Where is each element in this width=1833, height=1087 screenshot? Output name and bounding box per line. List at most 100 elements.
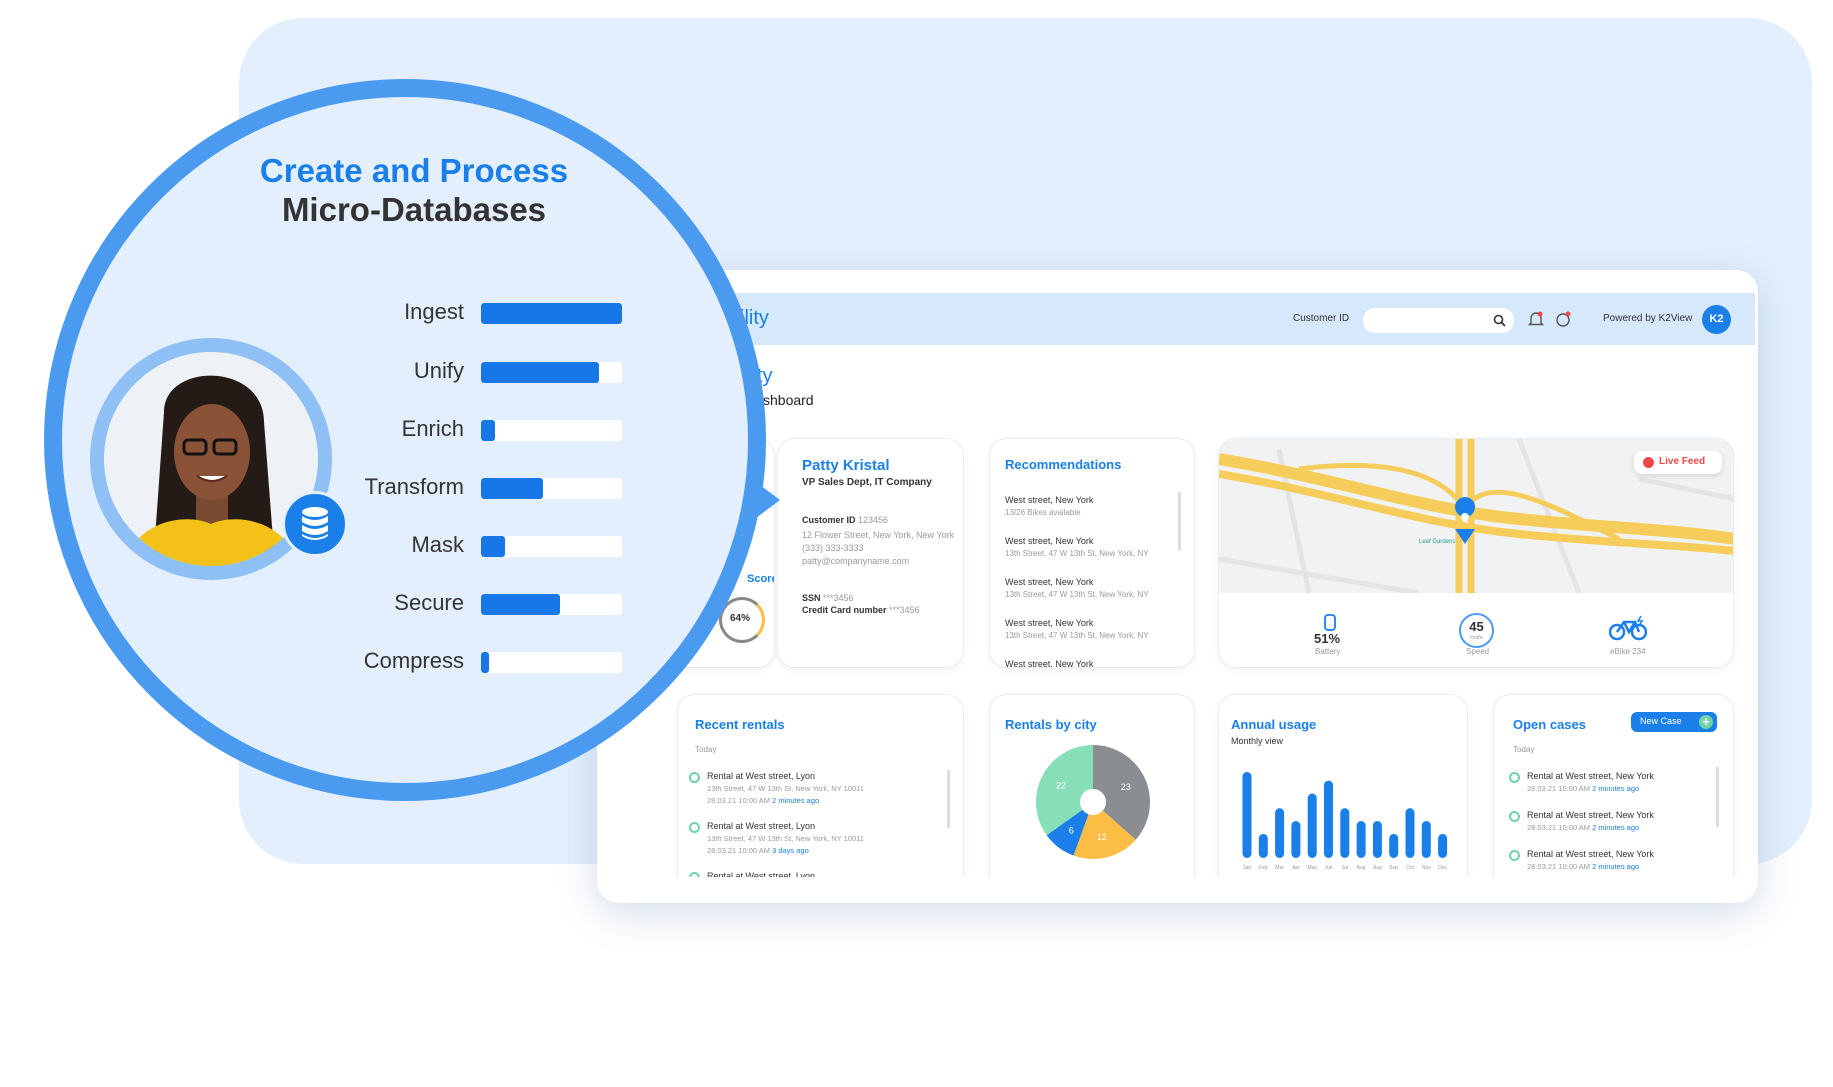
step-progress-fill: [481, 478, 544, 499]
date-text: 28.03.21 10:00 AM: [707, 846, 770, 855]
live-map-card: Leaf Gardens Live Feed 51% Battery 45 km…: [1218, 438, 1734, 668]
customer-id-search-input[interactable]: [1363, 308, 1514, 333]
step-label: Secure: [394, 590, 464, 615]
step-progress-bar: [481, 303, 622, 324]
step-progress-fill: [481, 303, 622, 324]
timeline-item-title[interactable]: Rental at West street, Lyon: [707, 821, 815, 831]
pie-slice-label: 6: [1069, 826, 1074, 836]
bar[interactable]: [1421, 821, 1431, 858]
recommendation-title[interactable]: West street, New York: [1005, 495, 1093, 505]
pie-slice-label: 22: [1056, 781, 1066, 791]
bell-icon[interactable]: [1528, 310, 1544, 328]
step-progress-fill: [481, 536, 505, 557]
speed-unit: km/hr: [1470, 635, 1483, 641]
recommendation-detail: 13th Street, 47 W 13th St, New York, NY: [1005, 549, 1149, 558]
bar[interactable]: [1389, 833, 1399, 858]
timeline-item-title[interactable]: Rental at West street, Lyon: [707, 871, 815, 877]
customer-email: patty@companyname.com: [802, 556, 910, 566]
bar[interactable]: [1275, 808, 1285, 858]
chat-icon[interactable]: [1555, 310, 1572, 328]
step-progress-bar: [481, 536, 622, 557]
speed-value: 45: [1469, 619, 1484, 634]
month-tick-label: Aug: [1373, 865, 1382, 871]
timeline-marker-icon: [689, 772, 700, 783]
scrollbar[interactable]: [1178, 492, 1181, 551]
score-value: 64%: [730, 613, 751, 624]
new-case-button[interactable]: New Case +: [1631, 712, 1717, 732]
customer-role: VP Sales Dept, IT Company: [802, 477, 932, 488]
step-label: Transform: [364, 474, 464, 499]
relative-time: 2 minutes ago: [1592, 784, 1640, 793]
hero-subtitle: Micro-Databases: [281, 191, 547, 228]
database-badge: [282, 491, 348, 557]
ebike-icon: [1609, 615, 1647, 641]
live-dot-icon: [1643, 457, 1654, 468]
date-text: 28.03.21 10:00 AM: [1527, 862, 1590, 871]
relative-time: 3 days ago: [772, 846, 809, 855]
page-subtitle: shboard: [763, 392, 814, 408]
bar[interactable]: [1324, 780, 1333, 858]
group-label: Today: [695, 745, 717, 754]
recommendation-title[interactable]: West street, New York: [1005, 618, 1093, 628]
customer-id-label: Customer ID: [802, 515, 856, 525]
live-feed-button[interactable]: Live Feed: [1634, 451, 1722, 474]
rentals-by-city-card: Rentals by city 2312622 ParisBordeaux: [989, 694, 1195, 877]
bar[interactable]: [1291, 821, 1301, 858]
month-tick-label: Oct: [1406, 865, 1414, 871]
customer-phone: (333) 333-3333: [802, 543, 864, 553]
bottom-row: Recent rentals Today Rental at West stre…: [600, 690, 1750, 877]
speed-label: Speed: [1466, 647, 1490, 656]
new-case-label: New Case: [1640, 716, 1682, 726]
step-progress-bar: [481, 594, 622, 615]
bar[interactable]: [1258, 833, 1268, 858]
step-label: Unify: [413, 358, 464, 383]
month-tick-label: Jun: [1324, 865, 1332, 871]
timeline-item-address: 13th Street, 47 W 13th St, New York, NY …: [707, 834, 864, 843]
group-label: Today: [1513, 745, 1535, 754]
timeline-item-date: 28.03.21 10:00 AM 3 days ago: [707, 846, 809, 855]
step-progress-fill: [481, 420, 496, 441]
timeline-item-date: 28.03.21 10:00 AM 2 minutes ago: [1527, 823, 1639, 832]
month-tick-label: Feb: [1259, 865, 1268, 871]
timeline-marker-icon: [1509, 811, 1520, 822]
recommendations-card: Recommendations West street, New York 13/…: [989, 438, 1195, 668]
month-tick-label: Nov: [1422, 865, 1431, 871]
pie-slice-label: 23: [1121, 782, 1131, 792]
timeline-item-date: 28.03.21 10:00 AM 2 minutes ago: [1527, 862, 1639, 871]
recommendation-title[interactable]: West street, New York: [1005, 536, 1093, 546]
bar[interactable]: [1405, 808, 1415, 858]
step-progress-fill: [481, 652, 490, 673]
recommendation-title[interactable]: West street, New York: [1005, 577, 1093, 587]
timeline-item-title[interactable]: Rental at West street, Lyon: [707, 771, 815, 781]
timeline-item-title[interactable]: Rental at West street, New York: [1527, 849, 1654, 859]
k2view-logo: K2: [1702, 305, 1731, 334]
bar[interactable]: [1340, 808, 1350, 858]
battery-icon: [1324, 614, 1336, 631]
timeline-item-date: 28.03.21 10:00 AM 2 minutes ago: [1527, 784, 1639, 793]
scrollbar[interactable]: [1716, 767, 1719, 827]
bar[interactable]: [1372, 821, 1382, 858]
plus-icon: +: [1699, 715, 1713, 729]
timeline-item-title[interactable]: Rental at West street, New York: [1527, 771, 1654, 781]
date-text: 28.03.21 10:00 AM: [707, 796, 770, 805]
bar[interactable]: [1307, 793, 1317, 859]
bar[interactable]: [1438, 833, 1448, 858]
map-place-label: Leaf Gardens: [1419, 539, 1456, 545]
bar[interactable]: [1242, 772, 1252, 858]
timeline-marker-icon: [689, 822, 700, 833]
date-text: 28.03.21 10:00 AM: [1527, 784, 1590, 793]
recommendation-title[interactable]: West street, New York: [1005, 659, 1093, 667]
powered-by-label: Powered by K2View: [1603, 313, 1693, 324]
annual-usage-bar-chart: Jan Feb Mar Apr May Jun Jul Aug Aug Sep Oct Nov Dec: [1242, 772, 1448, 871]
profile-card: Patty Kristal VP Sales Dept, IT Company …: [777, 438, 964, 668]
recent-rentals-card: Recent rentals Today Rental at West stre…: [677, 694, 964, 877]
database-icon: [302, 507, 328, 540]
bar[interactable]: [1356, 821, 1366, 858]
scrollbar[interactable]: [947, 770, 950, 828]
score-label: Score: [747, 573, 775, 585]
timeline-item-title[interactable]: Rental at West street, New York: [1527, 810, 1654, 820]
step-label: Ingest: [404, 299, 464, 324]
credit-card-label: Credit Card number: [802, 605, 887, 615]
dashboard-header: [597, 293, 1755, 345]
search-icon[interactable]: [1493, 314, 1506, 327]
